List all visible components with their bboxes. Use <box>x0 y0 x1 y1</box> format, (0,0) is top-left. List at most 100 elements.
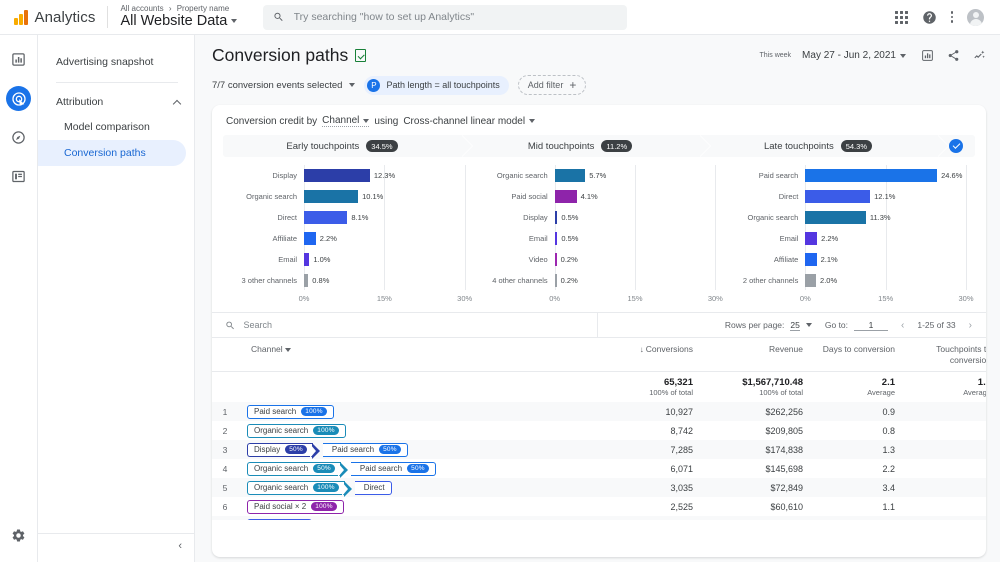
segment-mid-touchpoints[interactable]: Mid touchpoints 11.2% <box>461 135 699 157</box>
table-row[interactable]: 1Paid search100%10,927$262,2560.91 <box>212 402 986 421</box>
sidebar-group-attribution[interactable]: Attribution <box>38 90 194 114</box>
table-header-channel[interactable]: Channel <box>238 338 598 372</box>
compare-icon[interactable] <box>921 49 934 62</box>
chart-bar <box>805 274 816 287</box>
goto-input[interactable] <box>854 320 888 331</box>
chart-bar-row[interactable]: Organic search5.7% <box>483 165 716 186</box>
chart-bar-row[interactable]: Display12.3% <box>232 165 465 186</box>
chart-category-label: Email <box>733 234 805 243</box>
path-chip-group: Organic search100% Direct <box>247 481 392 495</box>
path-chip[interactable]: Display50% <box>247 443 313 457</box>
path-length-filter-chip[interactable]: P Path length = all touchpoints <box>364 76 508 95</box>
path-chip[interactable]: Organic search100% <box>247 481 345 495</box>
table-head: Channel ↓Conversions Revenue Days to con… <box>212 338 986 372</box>
credit-dimension-dropdown[interactable]: Channel <box>322 115 369 127</box>
totals-conversions: 65,321 100% of total <box>598 372 706 403</box>
rail-item-reports[interactable] <box>6 47 31 72</box>
chart-bar-row[interactable]: Email1.0% <box>232 249 465 270</box>
chart-bar-row[interactable]: Affiliate2.1% <box>733 249 966 270</box>
rail-item-advertising[interactable] <box>6 86 31 111</box>
chart-bar-value: 11.3% <box>870 213 891 222</box>
collapse-sidebar-button[interactable]: ‹ <box>178 540 182 552</box>
table-header-days-to-conversion[interactable]: Days to conversion <box>816 338 908 372</box>
segment-label: Mid touchpoints <box>528 141 595 152</box>
table-row[interactable]: 5Organic search100%Direct3,035$72,8493.4… <box>212 478 986 497</box>
table-row[interactable]: 3Display50%Paid search50%7,285$174,8381.… <box>212 440 986 459</box>
segment-percent-badge: 11.2% <box>601 140 632 152</box>
insights-document-icon[interactable] <box>355 49 366 62</box>
global-search-input[interactable] <box>294 11 618 23</box>
avatar[interactable] <box>967 9 984 26</box>
goto-page[interactable]: Go to: <box>825 320 888 331</box>
share-icon[interactable] <box>947 49 960 62</box>
apps-grid-icon[interactable] <box>895 11 908 24</box>
path-chip[interactable]: Organic search100% <box>247 424 346 438</box>
path-chip[interactable]: Paid search100% <box>247 405 334 419</box>
chart-axis-tick: 0% <box>800 294 811 303</box>
rail-item-admin[interactable] <box>6 523 31 548</box>
chart-bar-row[interactable]: Organic search11.3% <box>733 207 966 228</box>
conversion-events-selector[interactable]: 7/7 conversion events selected <box>212 80 355 91</box>
global-search[interactable] <box>263 5 627 30</box>
path-chip[interactable]: Paid search50% <box>323 443 408 457</box>
row-days: 3.4 <box>816 478 908 497</box>
row-revenue: $145,698 <box>706 459 816 478</box>
table-pager: Rows per page: 25 Go to: ‹ 1-25 of 33 › <box>598 320 986 331</box>
segment-early-touchpoints[interactable]: Early touchpoints 34.5% <box>223 135 461 157</box>
rows-per-page[interactable]: Rows per page: 25 <box>725 320 812 331</box>
sidebar-item-model-comparison[interactable]: Model comparison <box>38 114 186 140</box>
chart-bar-row[interactable]: Display0.5% <box>483 207 716 228</box>
segment-late-touchpoints[interactable]: Late touchpoints 54.3% <box>699 135 937 157</box>
more-options-icon[interactable] <box>951 11 954 23</box>
add-filter-button[interactable]: Add filter + <box>518 75 587 95</box>
property-name[interactable]: All Website Data <box>120 14 237 29</box>
insights-sparkle-icon[interactable] <box>973 49 986 62</box>
table-row[interactable]: 7Direct100%1,518$36,4251.61 <box>212 516 986 520</box>
date-range-picker[interactable]: May 27 - Jun 2, 2021 <box>802 50 906 61</box>
row-touchpoints: 2 <box>908 478 986 497</box>
rail-item-explore[interactable] <box>6 125 31 150</box>
path-chip[interactable]: Paid social × 2100% <box>247 500 344 514</box>
chart-category-label: 3 other channels <box>232 276 304 285</box>
path-chip[interactable]: Direct100% <box>247 519 312 520</box>
path-chip[interactable]: Paid search50% <box>351 462 436 476</box>
sidebar-item-advertising-snapshot[interactable]: Advertising snapshot <box>38 49 186 75</box>
row-index: 3 <box>212 440 238 459</box>
chart-bar-row[interactable]: Direct12.1% <box>733 186 966 207</box>
chart-bar-row[interactable]: Email0.5% <box>483 228 716 249</box>
chart-bar-row[interactable]: Affiliate2.2% <box>232 228 465 249</box>
sidebar-item-conversion-paths[interactable]: Conversion paths <box>38 140 186 166</box>
table-header-revenue[interactable]: Revenue <box>706 338 816 372</box>
help-icon[interactable] <box>922 10 937 25</box>
table-search-input[interactable] <box>243 320 597 330</box>
chart-bar-row[interactable]: Paid social4.1% <box>483 186 716 207</box>
table-header-touchpoints-to-conversion[interactable]: Touchpoints to conversion <box>908 338 986 372</box>
rail-item-library[interactable] <box>6 164 31 189</box>
path-chip[interactable]: Direct <box>355 481 392 495</box>
table-scroll-region[interactable]: Channel ↓Conversions Revenue Days to con… <box>212 337 986 520</box>
chart-bar-row[interactable]: Paid search24.6% <box>733 165 966 186</box>
chart-bar-row[interactable]: Organic search10.1% <box>232 186 465 207</box>
chart-bar-row[interactable]: Email2.2% <box>733 228 966 249</box>
chart-bar-row[interactable]: 4 other channels0.2% <box>483 270 716 291</box>
table-search[interactable] <box>212 313 598 337</box>
next-page-button[interactable]: › <box>969 320 972 331</box>
table-row[interactable]: 4Organic search50%Paid search50%6,071$14… <box>212 459 986 478</box>
chart-bar-row[interactable]: 2 other channels2.0% <box>733 270 966 291</box>
chart-bar <box>304 190 358 203</box>
property-selector[interactable]: All accounts › Property name All Website… <box>120 5 237 29</box>
previous-page-button[interactable]: ‹ <box>901 320 904 331</box>
table-row[interactable]: 2Organic search100%8,742$209,8050.81 <box>212 421 986 440</box>
chart-bar-row[interactable]: Direct8.1% <box>232 207 465 228</box>
table-row[interactable]: 6Paid social × 2100%2,525$60,6101.12 <box>212 497 986 516</box>
path-chip[interactable]: Organic search50% <box>247 462 341 476</box>
chart-bar-row[interactable]: Video0.2% <box>483 249 716 270</box>
segment-label: Late touchpoints <box>764 141 834 152</box>
row-revenue: $209,805 <box>706 421 816 440</box>
row-touchpoints: 1 <box>908 421 986 440</box>
credit-model-dropdown[interactable]: Cross-channel linear model <box>403 116 535 127</box>
chart-bar-row[interactable]: 3 other channels0.8% <box>232 270 465 291</box>
chart-plot-area: Paid search24.6%Direct12.1%Organic searc… <box>733 165 966 306</box>
table-header-conversions[interactable]: ↓Conversions <box>598 338 706 372</box>
totals-touchpoints-sub: Average <box>908 388 986 397</box>
